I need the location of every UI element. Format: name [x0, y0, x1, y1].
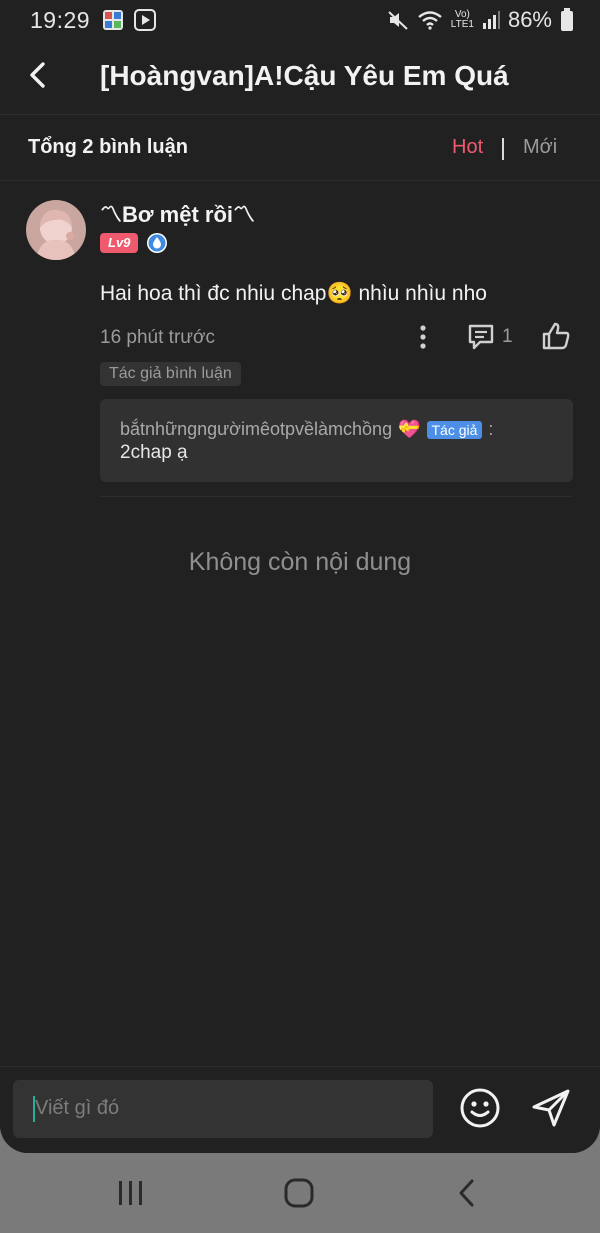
status-bar: 19:29 Vo) LTE1 86%: [0, 0, 600, 40]
system-nav-bar: [0, 1153, 600, 1233]
top-app-bar: [Hoàngvan]A!Cậu Yêu Em Quá: [0, 40, 600, 115]
comment-author-tag: Tác giả bình luận: [100, 362, 241, 386]
user-badges: Lv9: [100, 232, 168, 254]
comment-divider: [100, 496, 573, 497]
reply-count: 1: [502, 326, 513, 347]
end-of-list-label: Không còn nội dung: [188, 548, 412, 576]
emoji-icon[interactable]: [459, 1087, 501, 1129]
recent-apps-icon[interactable]: [116, 1179, 146, 1207]
youtube-icon: [134, 9, 156, 31]
comment-icon: [468, 324, 494, 350]
sort-divider: [502, 138, 504, 160]
verified-drop-icon: [147, 233, 168, 253]
reply-button[interactable]: 1: [466, 322, 513, 352]
tab-sort-new[interactable]: Mới: [523, 136, 557, 159]
reply-username: bắtnhữngngườimêotpvềlàmchồng: [120, 419, 393, 439]
comment-input[interactable]: Viết gì đó: [13, 1080, 433, 1138]
tab-sort-hot[interactable]: Hot: [452, 136, 483, 159]
heart-gift-icon: 💝: [398, 419, 421, 439]
reply-colon: :: [488, 419, 494, 439]
wifi-icon: [418, 11, 442, 30]
thumbs-up-icon[interactable]: [540, 320, 572, 352]
author-badge: Tác giả: [426, 420, 483, 439]
comment-timestamp: 16 phút trước: [100, 327, 215, 348]
battery-percent: 86%: [507, 7, 552, 32]
comment-username[interactable]: 〽Bơ mệt rồi〽: [100, 197, 255, 229]
app-screen: 19:29 Vo) LTE1 86% [Hoàngvan]A!Cậu Yêu E…: [0, 0, 600, 1153]
send-icon[interactable]: [530, 1087, 572, 1129]
back-icon[interactable]: [455, 1177, 479, 1209]
status-icons: Vo) LTE1 86%: [387, 6, 574, 34]
chevron-left-icon[interactable]: [22, 58, 56, 92]
comment-count-label: Tổng 2 bình luận: [28, 136, 188, 158]
page-title: [Hoàngvan]A!Cậu Yêu Em Quá: [100, 60, 509, 91]
mute-icon: [388, 11, 408, 30]
battery-icon: [561, 8, 573, 31]
comment-text: Hai hoa thì đc nhiu chap🥺 nhìu nhìu nho: [100, 282, 487, 305]
comment-composer: Viết gì đó: [0, 1066, 600, 1153]
level-badge: Lv9: [100, 233, 139, 253]
reply-text: 2chap ạ: [120, 442, 188, 463]
reply-preview[interactable]: bắtnhữngngườimêotpvềlàmchồng 💝 Tác giả :…: [100, 399, 573, 482]
more-options-icon[interactable]: [410, 322, 436, 352]
signal-icon: [482, 11, 500, 29]
notification-app-icon: [103, 10, 123, 30]
network-label: Vo) LTE1: [450, 9, 474, 30]
status-time: 19:29: [30, 7, 91, 33]
home-icon[interactable]: [283, 1177, 315, 1209]
reply-header: bắtnhữngngườimêotpvềlàmchồng 💝 Tác giả :: [120, 419, 493, 440]
comments-sort-bar: Tổng 2 bình luận Hot Mới: [0, 114, 600, 181]
avatar[interactable]: [26, 200, 86, 260]
input-placeholder: Viết gì đó: [35, 1097, 120, 1119]
